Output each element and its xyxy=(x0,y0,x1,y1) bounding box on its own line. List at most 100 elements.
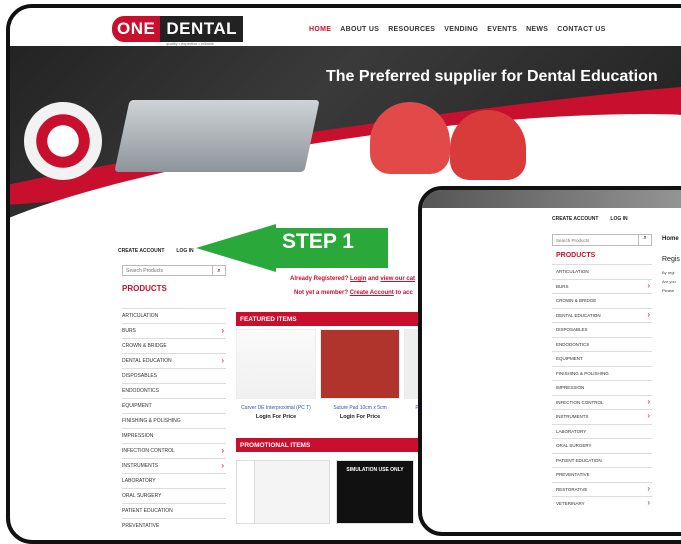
category-item[interactable]: IMPRESSION xyxy=(122,428,226,443)
category-label: CROWN & BRIDGE xyxy=(122,343,167,349)
chevron-right-icon[interactable]: › xyxy=(221,326,224,335)
registered-message: Already Registered? Login and view our c… xyxy=(290,276,415,282)
product-price: Login For Price xyxy=(339,414,381,420)
search-icon[interactable]: ⌕ xyxy=(638,235,651,245)
category-label: FINISHING & POLISHING xyxy=(556,370,609,376)
category-label: VETERINARY xyxy=(556,501,585,506)
chevron-right-icon[interactable]: › xyxy=(647,484,650,493)
category-label: BURS xyxy=(556,283,569,289)
dental-model-image xyxy=(370,102,450,174)
mobile-category-item[interactable]: PREVENTATIVE xyxy=(552,467,652,482)
category-label: INSTRUMENTS xyxy=(122,463,159,469)
mobile-category-item[interactable]: DISPOSABLES xyxy=(552,322,652,337)
mobile-category-item[interactable]: ENDODONTICS xyxy=(552,336,652,352)
category-label: RESTORATIVE xyxy=(556,486,588,492)
featured-heading: FEATURED ITEMS xyxy=(236,312,436,326)
mobile-login-link[interactable]: LOG IN xyxy=(610,216,627,222)
mobile-category-item[interactable]: DENTAL EDUCATION › xyxy=(552,307,652,323)
promo-card[interactable] xyxy=(254,460,330,524)
and-text: and xyxy=(368,276,379,282)
category-label: INFECTION CONTROL xyxy=(122,448,175,454)
mobile-register-title: Regis xyxy=(662,256,680,263)
login-message-link[interactable]: Login xyxy=(350,276,366,282)
category-item[interactable]: ARTICULATION xyxy=(122,308,226,323)
carousel-next-icon[interactable]: › xyxy=(666,136,672,157)
category-item[interactable]: DISPOSABLES xyxy=(122,368,226,383)
mobile-breadcrumb-home[interactable]: Home xyxy=(662,236,679,242)
nav-home[interactable]: HOME xyxy=(309,26,331,33)
view-catalog-link[interactable]: view our cat xyxy=(380,276,415,282)
category-item[interactable]: INSTRUMENTS › xyxy=(122,458,226,473)
product-card[interactable]: Suture Pad 10cm x 5cm Login For Price xyxy=(320,329,400,420)
mobile-category-item[interactable]: ORAL SURGERY xyxy=(552,438,652,453)
product-name[interactable]: Carver DE Interproximal (PC T) xyxy=(236,405,316,412)
chevron-right-icon[interactable]: › xyxy=(221,461,224,470)
step-arrow-head xyxy=(196,224,276,272)
mobile-products-heading: PRODUCTS xyxy=(556,252,596,259)
mobile-category-item[interactable]: CROWN & BRIDGE xyxy=(552,293,652,308)
nav-about[interactable]: ABOUT US xyxy=(340,26,379,33)
logo[interactable]: ONE DENTAL xyxy=(112,14,244,44)
category-label: ARTICULATION xyxy=(122,313,159,319)
category-label: BURS xyxy=(122,328,136,334)
category-label: PREVENTATIVE xyxy=(122,523,160,529)
mobile-category-item[interactable]: VETERINARY › xyxy=(552,496,652,511)
mobile-category-item[interactable]: FINISHING & POLISHING xyxy=(552,365,652,381)
chevron-right-icon[interactable]: › xyxy=(647,498,650,507)
nav-contact[interactable]: CONTACT US xyxy=(557,26,605,33)
category-item[interactable]: EQUIPMENT xyxy=(122,398,226,413)
category-item[interactable]: FINISHING & POLISHING xyxy=(122,413,226,428)
hero-title: The Preferred supplier for Dental Educat… xyxy=(326,68,658,85)
chevron-right-icon[interactable]: › xyxy=(647,397,650,406)
account-links: CREATE ACCOUNT LOG IN xyxy=(118,248,194,254)
login-link[interactable]: LOG IN xyxy=(176,248,193,254)
registered-text: Already Registered? xyxy=(290,276,349,282)
category-item[interactable]: PREVENTATIVE xyxy=(122,518,226,533)
category-item[interactable]: ORAL SURGERY xyxy=(122,488,226,503)
mobile-category-item[interactable]: LABORATORY xyxy=(552,423,652,439)
nav-vending[interactable]: VENDING xyxy=(444,26,478,33)
mobile-text-line: Are you xyxy=(662,279,676,284)
category-item[interactable]: CROWN & BRIDGE xyxy=(122,338,226,353)
mobile-category-item[interactable]: INSTRUMENTS › xyxy=(552,409,652,424)
promotional-heading: PROMOTIONAL ITEMS xyxy=(236,438,436,452)
create-account-message-link[interactable]: Create Account xyxy=(350,290,394,296)
category-label: PREVENTATIVE xyxy=(556,472,590,477)
nav-news[interactable]: NEWS xyxy=(526,26,548,33)
mobile-category-item[interactable]: PATIENT EDUCATION xyxy=(552,452,652,468)
nav-resources[interactable]: RESOURCES xyxy=(388,26,435,33)
mobile-category-item[interactable]: IMPRESSION xyxy=(552,380,652,395)
chevron-right-icon[interactable]: › xyxy=(221,356,224,365)
category-item[interactable]: DENTAL EDUCATION › xyxy=(122,353,226,368)
category-label: DENTAL EDUCATION xyxy=(122,358,172,364)
mobile-account-links: CREATE ACCOUNT LOG IN xyxy=(552,216,628,222)
mobile-category-item[interactable]: ARTICULATION xyxy=(552,264,652,279)
category-item[interactable]: BURS › xyxy=(122,323,226,338)
product-price: Login For Price xyxy=(255,414,297,420)
category-item[interactable]: INFECTION CONTROL › xyxy=(122,443,226,458)
header: ONE DENTAL quality • expertise • reliabl… xyxy=(10,8,681,50)
mobile-category-item[interactable]: RESTORATIVE › xyxy=(552,481,652,497)
product-card[interactable]: Carver DE Interproximal (PC T) Login For… xyxy=(236,329,316,420)
mobile-category-item[interactable]: BURS › xyxy=(552,278,652,294)
create-account-link[interactable]: CREATE ACCOUNT xyxy=(118,248,164,254)
mobile-create-account-link[interactable]: CREATE ACCOUNT xyxy=(552,216,598,222)
promo-badge: SIMULATION USE ONLY xyxy=(346,467,404,473)
category-label: IMPRESSION xyxy=(122,433,154,439)
category-item[interactable]: LABORATORY xyxy=(122,473,226,488)
chevron-right-icon[interactable]: › xyxy=(647,310,650,319)
chevron-right-icon[interactable]: › xyxy=(221,446,224,455)
product-image xyxy=(320,329,400,399)
promo-card[interactable]: SIMULATION USE ONLY xyxy=(336,460,414,524)
chevron-right-icon[interactable]: › xyxy=(647,281,650,290)
product-name[interactable]: Suture Pad 10cm x 5cm xyxy=(320,405,400,412)
mobile-category-item[interactable]: INFECTION CONTROL › xyxy=(552,394,652,410)
chevron-right-icon[interactable]: › xyxy=(647,411,650,420)
not-member-message: Not yet a member? Create Account to acc xyxy=(294,290,413,296)
nav-events[interactable]: EVENTS xyxy=(487,26,517,33)
product-image xyxy=(236,329,316,399)
category-item[interactable]: ENDODONTICS xyxy=(122,383,226,398)
mobile-text-line: By regi xyxy=(662,270,675,275)
mobile-category-item[interactable]: EQUIPMENT xyxy=(552,351,652,366)
mobile-search-input[interactable] xyxy=(553,235,638,245)
